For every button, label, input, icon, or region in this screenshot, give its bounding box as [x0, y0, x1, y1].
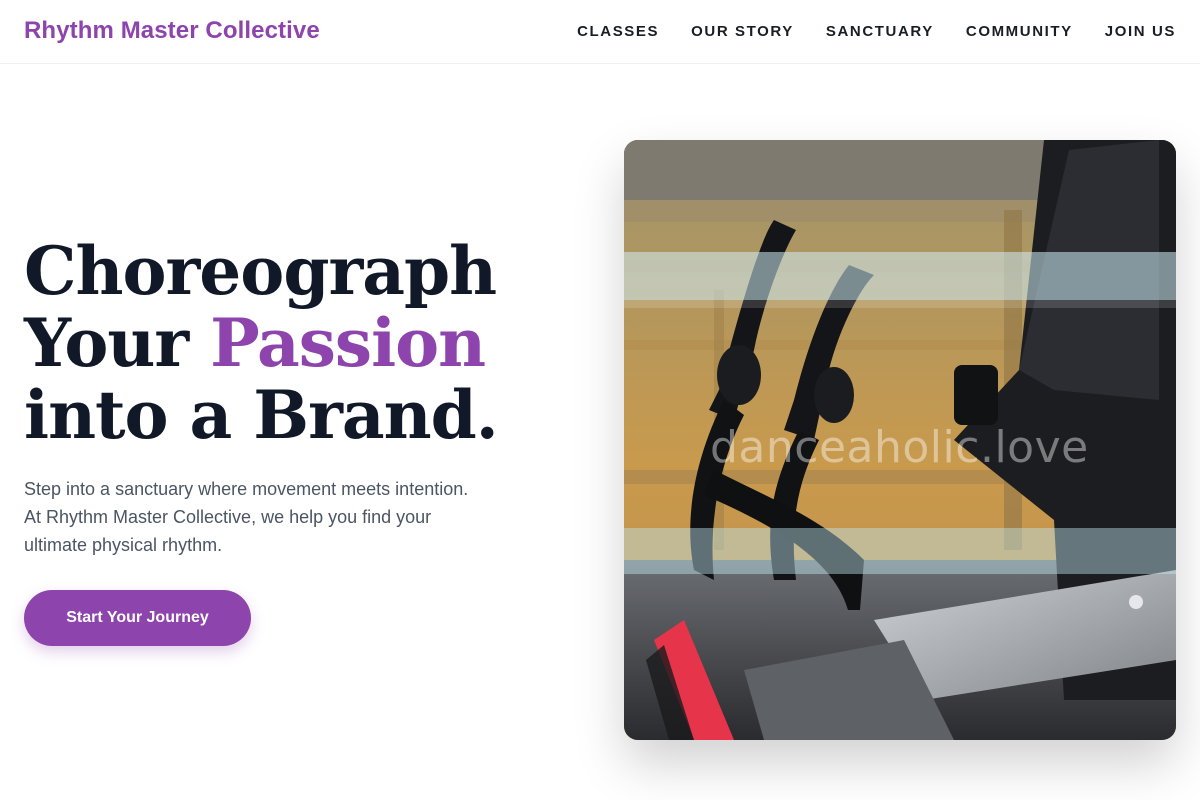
headline-line-1: Choreograph [24, 232, 497, 310]
nav-link-join-us[interactable]: JOIN US [1105, 23, 1176, 40]
hero-headline: Choreograph Your Passion into a Brand. [24, 232, 499, 454]
site-header: Rhythm Master Collective CLASSES OUR STO… [0, 0, 1200, 64]
hero-description: Step into a sanctuary where movement mee… [24, 479, 469, 555]
start-journey-button[interactable]: Start Your Journey [24, 590, 251, 646]
brand-logo[interactable]: Rhythm Master Collective [24, 17, 320, 45]
nav-link-sanctuary[interactable]: SANCTUARY [826, 23, 934, 40]
headline-accent-word: Passion [210, 304, 486, 382]
main-nav: CLASSES OUR STORY SANCTUARY COMMUNITY JO… [577, 23, 1176, 40]
headline-line-2-prefix: Your [24, 304, 211, 382]
nav-link-classes[interactable]: CLASSES [577, 23, 659, 40]
hero-image: danceaholic.love [624, 140, 1176, 740]
nav-link-our-story[interactable]: OUR STORY [691, 23, 794, 40]
headline-line-3: into a Brand. [24, 376, 499, 454]
nav-link-community[interactable]: COMMUNITY [966, 23, 1073, 40]
image-watermark: danceaholic.love [710, 422, 1089, 473]
